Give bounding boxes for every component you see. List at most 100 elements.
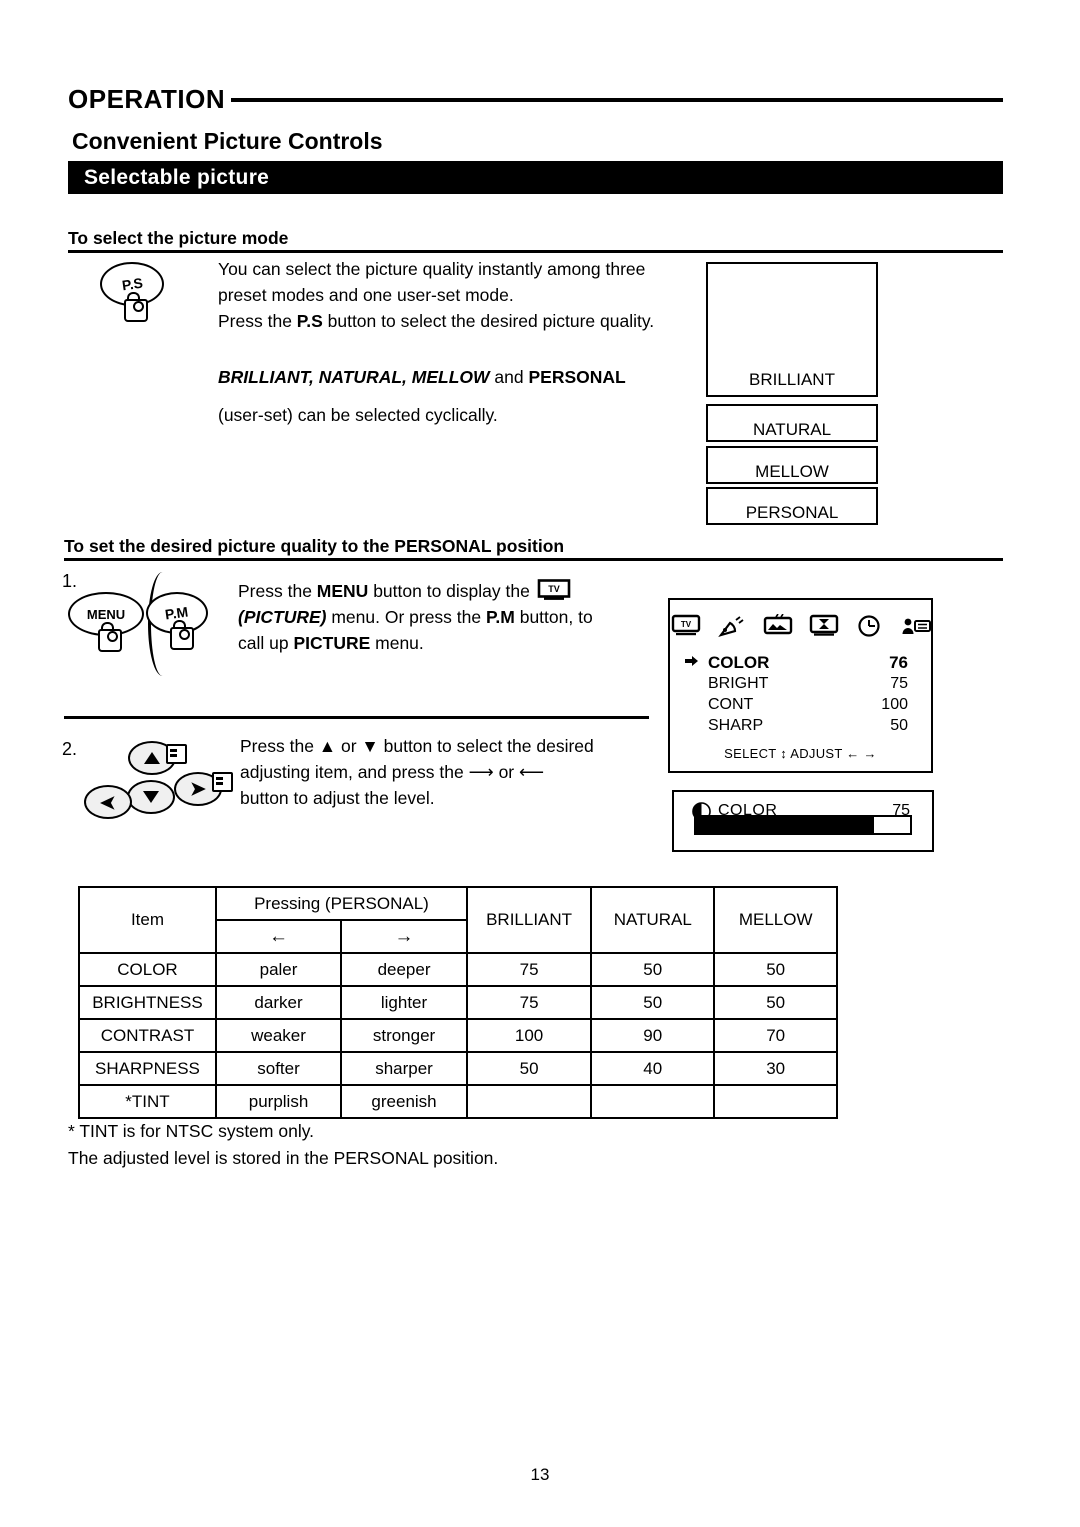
select-mode-paragraph: You can select the picture quality insta… [218, 256, 654, 334]
osd-bar-track[interactable] [694, 815, 912, 835]
step1-line-1: Press the MENU button to display the TV [238, 578, 593, 604]
leftright-arrows-icon: ← → [846, 746, 877, 761]
ps-button-label: P.S [120, 274, 144, 294]
cell-left: paler [214, 952, 343, 987]
pointing-hand-icon [684, 653, 702, 668]
cell-brilliant [465, 1084, 593, 1119]
cell-item: BRIGHTNESS [78, 985, 217, 1020]
paragraph-line-1: You can select the picture quality insta… [218, 259, 646, 279]
step-divider [64, 716, 649, 719]
step2-line-1: Press the ▲ or ▼ button to select the de… [240, 736, 594, 756]
cell-right: lighter [340, 985, 468, 1020]
cell-item: SHARPNESS [78, 1051, 217, 1086]
table-row: COLOR paler deeper 75 50 50 [78, 952, 838, 987]
page-title: OPERATION [68, 83, 226, 114]
cell-item: CONTRAST [78, 1018, 217, 1053]
th-left-arrow: ← [214, 919, 343, 954]
step1-line-3: call up PICTURE menu. [238, 633, 424, 653]
osd-bar-fill [696, 817, 874, 833]
cell-mellow: 50 [713, 985, 838, 1020]
cell-mellow: 50 [713, 952, 838, 987]
heading-rule-1 [68, 250, 1003, 253]
table-header-row-1: Item Pressing (PERSONAL) BRILLIANT NATUR… [78, 886, 838, 954]
osd-color-bar-panel: COLOR 75 [672, 790, 934, 852]
cell-left: softer [214, 1051, 343, 1086]
caption-person-icon [901, 614, 931, 638]
cell-mellow: 30 [713, 1051, 838, 1086]
heading-select-picture-mode: To select the picture mode [68, 228, 289, 248]
th-right-arrow: → [340, 919, 468, 954]
hand-press-icon-pm [170, 620, 194, 650]
key-tag-up [166, 744, 187, 764]
cell-left: purplish [214, 1084, 343, 1119]
satellite-dish-icon [717, 614, 747, 638]
step-1-number: 1. [62, 571, 78, 591]
cell-left: darker [214, 985, 343, 1020]
osd-picture-menu: TV COLOR 76 BRIGHT 75 CONT 100 SHARP 50 … [668, 598, 933, 773]
picture-preset-table: Item Pressing (PERSONAL) BRILLIANT NATUR… [78, 886, 838, 1119]
tv-icon: TV [671, 614, 701, 638]
cell-right: sharper [340, 1051, 468, 1086]
mode-box-natural: NATURAL [706, 404, 878, 442]
th-item: Item [78, 886, 217, 954]
updown-arrows-icon: ↕ [780, 746, 788, 761]
cell-item: COLOR [78, 952, 217, 987]
tv-icon: TV [537, 579, 571, 601]
svg-text:TV: TV [548, 584, 560, 594]
th-pressing: Pressing (PERSONAL) [214, 886, 468, 921]
cell-right: deeper [340, 952, 468, 987]
paragraph-line-2: preset modes and one user-set mode. [218, 285, 514, 305]
osd-icon-row: TV [670, 613, 931, 638]
svg-text:TV: TV [680, 620, 691, 629]
table-row: *TINT purplish greenish [78, 1084, 838, 1119]
key-tag-right [212, 772, 233, 792]
footnote-tint: * TINT is for NTSC system only. [68, 1121, 315, 1141]
th-mellow: MELLOW [713, 886, 838, 954]
cell-natural: 50 [590, 985, 716, 1020]
modes-list-text: BRILLIANT, NATURAL, MELLOW and PERSONAL … [218, 364, 626, 428]
mode-box-personal: PERSONAL [706, 487, 878, 525]
mode-box-brilliant: BRILLIANT [706, 262, 878, 397]
table-row: BRIGHTNESS darker lighter 75 50 50 [78, 985, 838, 1020]
osd-footer-hints: SELECT ↕ ADJUST ← → [724, 746, 877, 761]
cell-item: *TINT [78, 1084, 217, 1119]
cell-natural [590, 1084, 716, 1119]
hand-press-icon [124, 292, 148, 322]
paragraph-line-3: Press the P.S button to select the desir… [218, 311, 655, 331]
table-row: SHARPNESS softer sharper 50 40 30 [78, 1051, 838, 1086]
hand-press-icon-menu [98, 622, 122, 652]
operation-header: OPERATION [68, 82, 1003, 116]
cell-brilliant: 50 [465, 1051, 593, 1086]
page-number: 13 [530, 1465, 550, 1484]
picture-icon [763, 613, 793, 638]
hourglass-tv-icon [809, 614, 839, 638]
clock-icon [855, 614, 885, 638]
table-row: CONTRAST weaker stronger 100 90 70 [78, 1018, 838, 1053]
cell-mellow: 70 [713, 1018, 838, 1053]
menu-button-label: MENU [86, 606, 126, 622]
osd-row-bright: BRIGHT 75 [708, 675, 908, 692]
cell-right: stronger [340, 1018, 468, 1053]
section-band-label: Selectable picture [84, 165, 270, 189]
down-arrow-key [127, 780, 175, 814]
cell-natural: 90 [590, 1018, 716, 1053]
cell-mellow [713, 1084, 838, 1119]
step-1-text: Press the MENU button to display the TV … [238, 578, 593, 656]
step-2-number: 2. [62, 739, 78, 759]
left-arrow-key: ➤ [84, 785, 132, 819]
modes-line-1: BRILLIANT, NATURAL, MELLOW and PERSONAL [218, 367, 626, 387]
step1-line-2: (PICTURE) menu. Or press the P.M button,… [238, 607, 593, 627]
manual-page: OPERATION Convenient Picture Controls Se… [0, 0, 1080, 1527]
step2-line-3: button to adjust the level. [240, 788, 435, 808]
cell-natural: 50 [590, 952, 716, 987]
osd-item-list: COLOR 76 BRIGHT 75 CONT 100 SHARP 50 [685, 652, 908, 736]
header-rule [231, 98, 1003, 102]
modes-line-2: (user-set) can be selected cyclically. [218, 405, 498, 425]
step2-line-2: adjusting item, and press the ⟶ or ⟵ [240, 762, 545, 782]
osd-row-color: COLOR 76 [685, 652, 908, 673]
th-brilliant: BRILLIANT [465, 886, 593, 954]
cell-natural: 40 [590, 1051, 716, 1086]
heading-rule-2 [64, 558, 1003, 561]
cell-left: weaker [214, 1018, 343, 1053]
cell-brilliant: 75 [465, 952, 593, 987]
